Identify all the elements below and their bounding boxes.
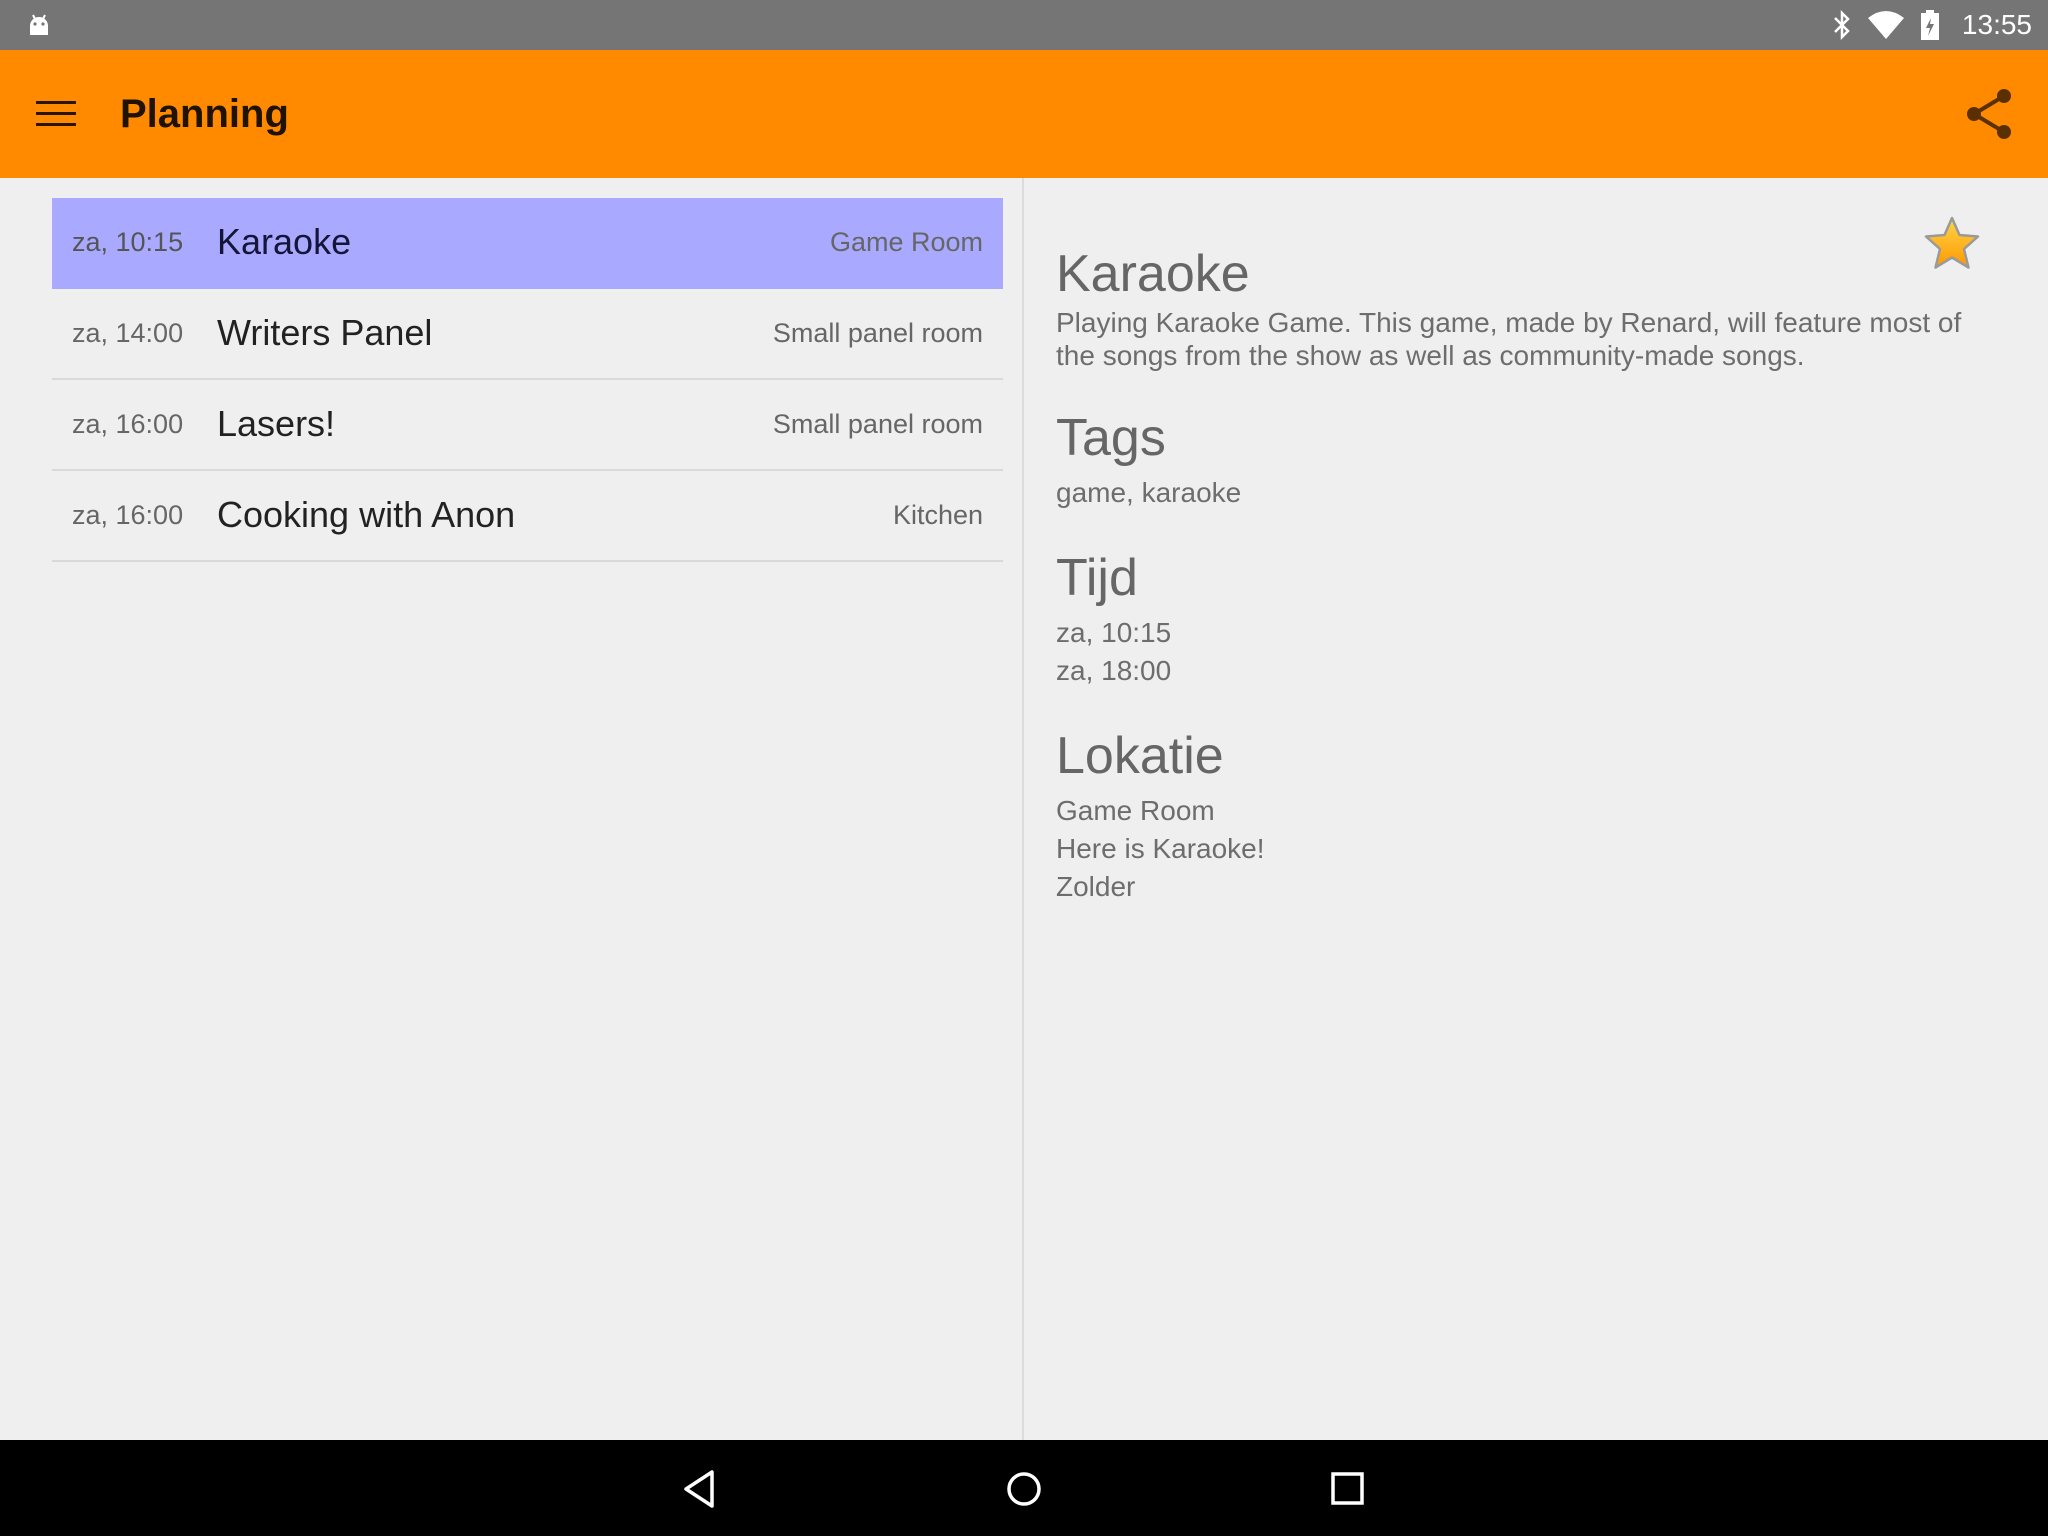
location-line: Game Room bbox=[1056, 795, 1215, 826]
bluetooth-icon bbox=[1834, 10, 1850, 40]
wifi-icon bbox=[1868, 11, 1904, 39]
system-nav-bar bbox=[0, 1440, 2048, 1536]
event-row[interactable]: za, 14:00 Writers Panel Small panel room bbox=[52, 289, 1003, 380]
event-room: Game Room bbox=[829, 227, 983, 257]
share-icon[interactable] bbox=[1962, 86, 2018, 142]
recents-icon[interactable] bbox=[1323, 1464, 1373, 1514]
page-title: Planning bbox=[120, 92, 289, 136]
hamburger-menu-icon[interactable] bbox=[26, 94, 86, 134]
tags-value: game, karaoke bbox=[1056, 477, 1242, 508]
event-name: Cooking with Anon bbox=[217, 494, 516, 535]
event-list-pane: za, 10:15 Karaoke Game Room za, 14:00 Wr… bbox=[0, 178, 1022, 1440]
location-block: Game Room Here is Karaoke! Zolder bbox=[1056, 792, 1996, 906]
tags-block: game, karaoke bbox=[1056, 474, 1996, 512]
home-icon[interactable] bbox=[999, 1464, 1049, 1514]
back-icon[interactable] bbox=[676, 1464, 726, 1514]
status-bar: 13:55 bbox=[0, 0, 2048, 50]
time-start: za, 10:15 bbox=[1056, 617, 1172, 648]
location-line: Here is Karaoke! bbox=[1056, 833, 1265, 864]
event-time: za, 16:00 bbox=[72, 500, 184, 530]
event-time: za, 16:00 bbox=[72, 409, 184, 439]
event-room: Small panel room bbox=[772, 318, 983, 348]
event-time: za, 14:00 bbox=[72, 318, 184, 348]
event-name: Lasers! bbox=[217, 403, 336, 444]
android-debug-icon bbox=[30, 14, 48, 35]
time-end: za, 18:00 bbox=[1056, 655, 1172, 686]
event-name: Writers Panel bbox=[217, 312, 433, 353]
event-detail-pane: Karaoke Playing Karaoke Game. This game,… bbox=[1024, 178, 2048, 1440]
clock: 13:55 bbox=[1961, 9, 2032, 40]
event-name: Karaoke bbox=[217, 221, 352, 262]
time-heading: Tijd bbox=[1056, 549, 1138, 607]
event-time: za, 10:15 bbox=[72, 227, 184, 257]
detail-title: Karaoke bbox=[1056, 245, 1250, 303]
time-block: za, 10:15 za, 18:00 bbox=[1056, 614, 1996, 690]
event-list: za, 10:15 Karaoke Game Room za, 14:00 Wr… bbox=[52, 198, 1003, 562]
event-room: Kitchen bbox=[892, 500, 983, 530]
battery-icon bbox=[1921, 10, 1939, 40]
tags-heading: Tags bbox=[1056, 409, 1166, 467]
event-row[interactable]: za, 10:15 Karaoke Game Room bbox=[52, 198, 1003, 289]
app-toolbar: Planning bbox=[0, 50, 2048, 178]
location-heading: Lokatie bbox=[1056, 727, 1224, 785]
detail-description: Playing Karaoke Game. This game, made by… bbox=[1056, 307, 1962, 371]
detail-content: Karaoke Playing Karaoke Game. This game,… bbox=[1056, 244, 1996, 906]
event-row[interactable]: za, 16:00 Cooking with Anon Kitchen bbox=[52, 471, 1003, 562]
event-row[interactable]: za, 16:00 Lasers! Small panel room bbox=[52, 380, 1003, 471]
event-room: Small panel room bbox=[772, 409, 983, 439]
location-line: Zolder bbox=[1056, 871, 1136, 902]
